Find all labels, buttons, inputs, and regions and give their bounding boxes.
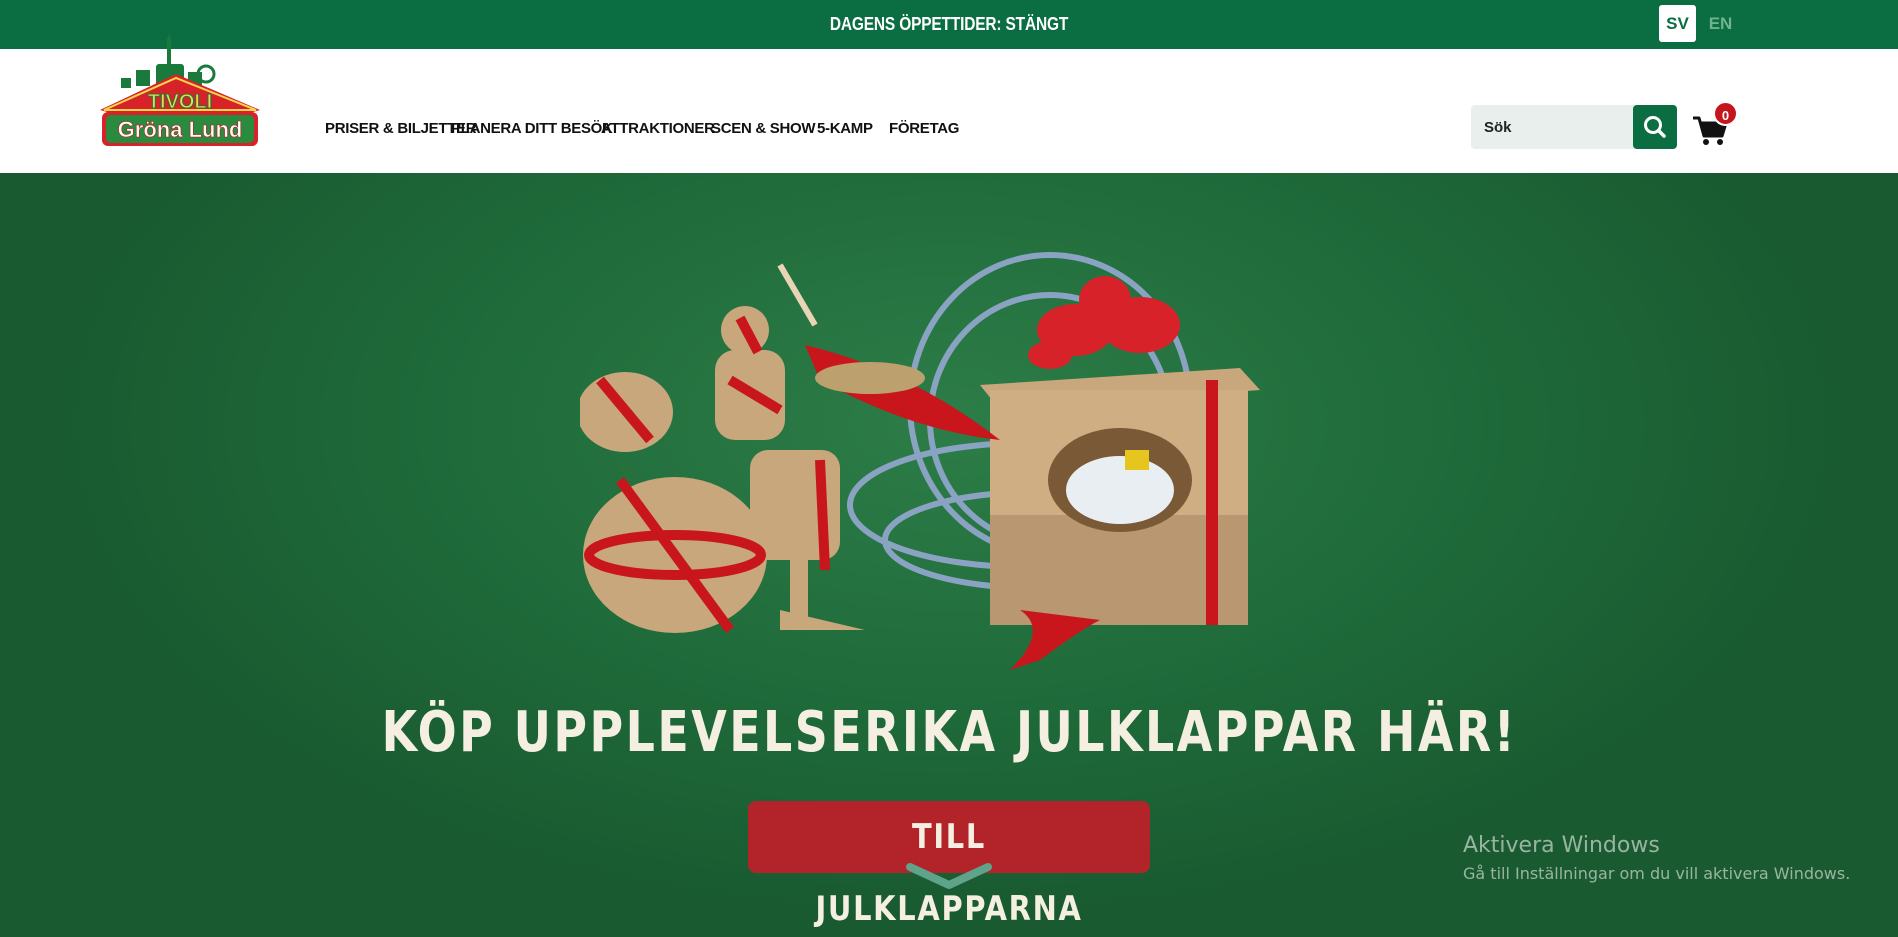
cart-count-badge: 0 (1713, 101, 1738, 126)
watermark-subtitle: Gå till Inställningar om du vill aktiver… (1463, 864, 1851, 883)
language-en-button[interactable]: EN (1702, 5, 1739, 42)
christmas-gifts-illustration (580, 252, 1260, 670)
logo-text-tivoli: TIVOLI (148, 91, 212, 113)
hero-headline-text: KÖP UPPLEVELSERIKA JULKLAPPAR HÄR! (381, 700, 1517, 765)
grona-lund-logo[interactable]: TIVOLI Gröna Lund (96, 34, 264, 158)
watermark-title: Aktivera Windows (1463, 833, 1660, 858)
search-button[interactable] (1633, 105, 1677, 149)
nav-item-foretag[interactable]: FÖRETAG (889, 120, 959, 138)
logo-text-grona-lund: Gröna Lund (118, 117, 243, 142)
opening-hours-text: DAGENS ÖPPETTIDER: STÄNGT (829, 14, 1069, 34)
search-icon (1644, 116, 1666, 138)
chevron-down-icon[interactable] (906, 861, 992, 891)
nav-item-5-kamp[interactable]: 5-KAMP (817, 120, 889, 138)
nav-item-planera-ditt-besok[interactable]: PLANERA DITT BESÖK (451, 120, 613, 138)
main-navigation: PRISER & BILJETTER PLANERA DITT BESÖK AT… (325, 120, 959, 138)
nav-item-scen-show[interactable]: SCEN & SHOW (711, 120, 817, 138)
hero-headline: KÖP UPPLEVELSERIKA JULKLAPPAR HÄR! (0, 700, 1898, 765)
top-bar: DAGENS ÖPPETTIDER: STÄNGT (0, 0, 1898, 49)
language-sv-button[interactable]: SV (1659, 5, 1696, 42)
windows-activation-watermark: Aktivera Windows Gå till Inställningar o… (1463, 833, 1850, 883)
search-input[interactable] (1471, 105, 1635, 149)
nav-item-attraktioner[interactable]: ATTRAKTIONER (601, 120, 715, 138)
nav-item-priser-biljetter[interactable]: PRISER & BILJETTER (325, 120, 477, 138)
